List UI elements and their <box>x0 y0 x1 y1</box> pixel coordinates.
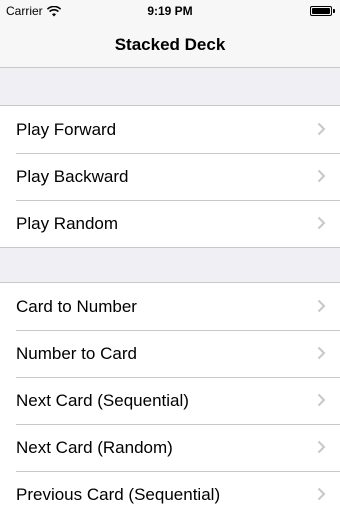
section-cards: Card to Number Number to Card Next Card … <box>0 282 340 510</box>
status-time: 9:19 PM <box>147 4 193 18</box>
chevron-right-icon <box>317 299 326 313</box>
row-next-card-sequential[interactable]: Next Card (Sequential) <box>0 377 340 424</box>
chevron-right-icon <box>317 487 326 501</box>
chevron-right-icon <box>317 122 326 136</box>
navigation-bar: Stacked Deck <box>0 22 340 68</box>
row-label: Next Card (Sequential) <box>16 390 189 410</box>
status-bar: Carrier 9:19 PM <box>0 0 340 22</box>
row-label: Play Random <box>16 213 119 233</box>
row-label: Previous Card (Sequential) <box>16 484 221 504</box>
row-label: Play Backward <box>16 166 129 186</box>
row-next-card-random[interactable]: Next Card (Random) <box>0 424 340 471</box>
row-play-random[interactable]: Play Random <box>0 200 340 247</box>
row-previous-card-sequential[interactable]: Previous Card (Sequential) <box>0 471 340 510</box>
row-label: Next Card (Random) <box>16 437 173 457</box>
row-card-to-number[interactable]: Card to Number <box>0 283 340 330</box>
row-play-backward[interactable]: Play Backward <box>0 153 340 200</box>
battery-nub <box>333 9 335 13</box>
chevron-right-icon <box>317 216 326 230</box>
battery-level <box>312 8 330 14</box>
row-label: Number to Card <box>16 343 137 363</box>
row-number-to-card[interactable]: Number to Card <box>0 330 340 377</box>
chevron-right-icon <box>317 169 326 183</box>
row-label: Play Forward <box>16 119 117 139</box>
chevron-right-icon <box>317 393 326 407</box>
row-play-forward[interactable]: Play Forward <box>0 106 340 153</box>
row-label: Card to Number <box>16 296 137 316</box>
chevron-right-icon <box>317 346 326 360</box>
chevron-right-icon <box>317 440 326 454</box>
battery-icon <box>310 6 335 16</box>
section-play: Play Forward Play Backward Play Random <box>0 105 340 248</box>
page-title: Stacked Deck <box>114 35 226 54</box>
